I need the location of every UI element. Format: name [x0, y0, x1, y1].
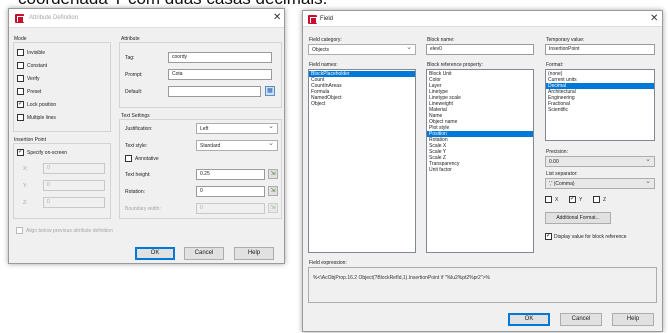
default-label: Default:	[125, 89, 143, 95]
ok-button[interactable]: OK	[135, 247, 175, 260]
mode-label: Lock position	[27, 102, 57, 108]
x-input[interactable]: 0	[43, 163, 105, 174]
mode-checkbox-verify[interactable]	[17, 75, 24, 82]
axis-z-checkbox[interactable]	[593, 196, 600, 203]
mode-checkbox-constant[interactable]	[17, 62, 24, 69]
temporary-value-label: Temporary value:	[546, 37, 585, 43]
pick-height-icon[interactable]: ⇲	[268, 169, 278, 179]
axis-y-checkbox[interactable]: ✓	[569, 196, 576, 203]
mode-checkbox-invisible[interactable]	[17, 49, 24, 56]
list-separator-label: List separator:	[546, 171, 578, 177]
axis-label: Z	[603, 197, 607, 203]
attribute-definition-dialog: Attribute Definition ✕ Mode Insertion Po…	[8, 8, 285, 264]
autocad-logo-icon	[308, 15, 317, 24]
cancel-button[interactable]: Cancel	[184, 247, 224, 260]
mode-label: Invisible	[27, 50, 46, 56]
display-value-label: Display value for block reference	[554, 234, 627, 240]
text-style-label: Text style:	[125, 143, 148, 149]
z-label: Z:	[23, 200, 28, 206]
field-help-button[interactable]: Help	[612, 313, 654, 326]
tag-label: Tag:	[125, 55, 135, 61]
block-property-item[interactable]: Unit factor	[427, 167, 533, 173]
axis-label: X	[555, 197, 559, 203]
y-label: Y:	[23, 183, 28, 189]
field-category-select[interactable]: Objects	[308, 44, 416, 55]
text-height-input[interactable]: 0.25	[196, 169, 265, 180]
y-input[interactable]: 0	[43, 180, 105, 191]
dialog-title: Attribute Definition	[29, 15, 79, 21]
field-name-item[interactable]: Object	[309, 101, 415, 107]
mode-label: Verify	[27, 76, 40, 82]
close-icon[interactable]: ✕	[273, 13, 281, 23]
format-list[interactable]: (none) Current units Decimal Architectural E…	[545, 69, 655, 141]
rotation-input[interactable]: 0	[196, 186, 265, 197]
x-label: X:	[23, 166, 28, 172]
display-value-checkbox[interactable]: ✓	[545, 233, 552, 240]
format-label: Format:	[546, 62, 564, 68]
field-cancel-button[interactable]: Cancel	[560, 313, 602, 326]
prompt-input[interactable]: Cota	[168, 69, 272, 80]
precision-select[interactable]: 0.00	[545, 156, 655, 167]
boundary-width-label: Boundary width:	[125, 206, 161, 212]
mode-label: Preset	[27, 89, 42, 95]
pick-rotation-icon[interactable]: ⇲	[268, 186, 278, 196]
autocad-logo-icon	[15, 14, 24, 23]
format-item[interactable]: Scientific	[546, 107, 654, 113]
field-names-label: Field names:	[309, 62, 338, 68]
block-ref-property-list[interactable]: Block Unit Color Layer Linetype Linetype sca…	[426, 69, 534, 253]
z-input[interactable]: 0	[43, 197, 105, 208]
block-name-input[interactable]: elev0	[426, 44, 534, 55]
help-button[interactable]: Help	[234, 247, 274, 260]
annotative-checkbox[interactable]	[125, 155, 132, 162]
block-ref-property-label: Block reference property:	[427, 62, 483, 68]
precision-label: Precision:	[546, 149, 568, 155]
field-dialog-title: Field	[320, 16, 334, 22]
field-expression-box[interactable]: %<\AcObjProp.16.2 Object(?BlockRefId,1).…	[308, 267, 657, 303]
boundary-width-input[interactable]: 0	[196, 203, 265, 214]
axis-x-checkbox[interactable]	[545, 196, 552, 203]
mode-checkbox-preset[interactable]	[17, 88, 24, 95]
field-ok-button[interactable]: OK	[508, 313, 550, 326]
block-name-label: Block name:	[427, 37, 455, 43]
specify-onscreen-checkbox[interactable]: ✓	[17, 149, 24, 156]
pick-boundary-icon[interactable]: ⇲	[268, 203, 278, 213]
list-separator-select[interactable]: ',' (Comma)	[545, 178, 655, 189]
field-names-list[interactable]: BlockPlaceholder Count CountInAreas Formula…	[308, 69, 416, 253]
mode-label: Constant	[27, 63, 48, 69]
additional-format-button[interactable]: Additional Format...	[545, 212, 611, 224]
rotation-label: Rotation:	[125, 189, 146, 195]
tag-input[interactable]: coordy	[168, 52, 272, 63]
mode-checkbox-lock-position[interactable]: ✓	[17, 101, 24, 108]
default-input[interactable]	[168, 86, 261, 97]
title-bar: Attribute Definition ✕	[9, 9, 284, 28]
mode-label: Multiple lines	[27, 115, 56, 121]
align-below-checkbox[interactable]	[16, 227, 23, 234]
mode-checkbox-multiple-lines[interactable]	[17, 114, 24, 121]
text-style-select[interactable]: Standard	[196, 140, 278, 151]
field-dialog: Field ✕ Field category: Objects Field na…	[302, 10, 663, 332]
insert-field-icon[interactable]: ▦	[265, 86, 275, 96]
text-height-label: Text height:	[125, 172, 151, 178]
prompt-label: Prompt:	[125, 72, 143, 78]
justification-label: Justification:	[125, 126, 153, 132]
field-expression-label: Field expression:	[309, 260, 347, 266]
justification-select[interactable]: Left	[196, 123, 278, 134]
close-icon[interactable]: ✕	[650, 14, 658, 24]
annotative-label: Annotative	[135, 156, 159, 162]
axis-label: Y	[579, 197, 583, 203]
field-title-bar: Field ✕	[303, 11, 662, 27]
field-category-label: Field category:	[309, 37, 342, 43]
align-below-label: Align below previous attribute definitio…	[26, 228, 113, 234]
temporary-value-input: InsertionPoint	[545, 44, 655, 55]
specify-onscreen-label: Specify on-screen	[27, 150, 68, 156]
